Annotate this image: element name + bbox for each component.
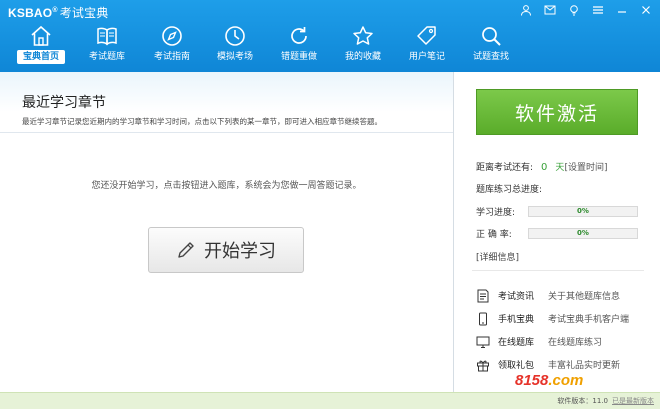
- user-icon[interactable]: [518, 2, 534, 18]
- link-name: 考试资讯: [498, 292, 535, 302]
- link-name: 手机宝典: [498, 315, 535, 325]
- watermark-domain: .com: [548, 372, 584, 389]
- tag-icon: [417, 26, 436, 45]
- side-divider: [472, 270, 644, 271]
- star-icon: [353, 26, 373, 45]
- nav-label: 我的收藏: [344, 52, 381, 62]
- phone-icon: [479, 312, 487, 325]
- status-bar: 软件版本：11.0 已是最新版本: [0, 392, 660, 409]
- exam-days-value: 0: [541, 162, 548, 173]
- link-online-bank[interactable]: 在线题库 在线题库练习: [476, 330, 656, 353]
- study-progress-bar: 0%: [528, 206, 638, 217]
- header-bar: KSBAO® 考试宝典 宝典首页 考试题库 考试指南 模拟考场 错题重做 我的收…: [0, 0, 660, 72]
- study-progress-row: 学习进度: 0%: [476, 205, 646, 219]
- quick-links: 考试资讯 关于其他题库信息 手机宝典 考试宝典手机客户端 在线题库 在线题库练习…: [476, 284, 656, 376]
- recent-study-panel: 最近学习章节 最近学习章节记录您近期内的学习章节和学习时间，点击以下列表的某一章…: [0, 72, 453, 392]
- home-icon: [31, 25, 51, 46]
- gift-icon: [477, 360, 489, 371]
- exam-countdown: 距离考试还有: 0 天[设置时间]: [476, 160, 607, 173]
- search-icon: [482, 27, 501, 46]
- nav-label: 试题查找: [472, 52, 509, 62]
- progress-percent: 0%: [577, 229, 589, 237]
- empty-state-message: 您还没开始学习，点击按钮进入题库，系统会为您做一周答题记录。: [91, 181, 362, 191]
- progress-percent: 0%: [577, 207, 589, 215]
- monitor-icon: [476, 336, 490, 348]
- accuracy-row: 正 确 率: 0%: [476, 227, 646, 241]
- nav-item-mock-exam[interactable]: 模拟考场: [204, 22, 266, 68]
- progress-label: 学习进度:: [476, 208, 516, 218]
- logo-name: 考试宝典: [59, 6, 109, 20]
- compass-icon: [162, 26, 182, 46]
- watermark-number: 8158: [515, 372, 549, 389]
- site-watermark: 8158.com: [515, 372, 583, 389]
- window-controls: [518, 2, 654, 18]
- start-study-button[interactable]: 开始学习: [148, 227, 304, 273]
- nav-label: 错题重做: [280, 52, 317, 62]
- menu-icon[interactable]: [590, 2, 606, 18]
- link-desc: 考试宝典手机客户端: [548, 315, 630, 325]
- update-link[interactable]: 已是最新版本: [612, 397, 654, 405]
- main-nav: 宝典首页 考试题库 考试指南 模拟考场 错题重做 我的收藏 用户笔记 试题查找: [0, 22, 540, 70]
- link-mobile[interactable]: 手机宝典 考试宝典手机客户端: [476, 307, 656, 330]
- bulb-icon[interactable]: [566, 2, 582, 18]
- accuracy-bar: 0%: [528, 228, 638, 239]
- link-desc: 关于其他题库信息: [548, 292, 621, 302]
- logo-registered-mark: ®: [52, 7, 58, 14]
- page-title: 最近学习章节: [22, 95, 106, 111]
- nav-item-home[interactable]: 宝典首页: [10, 22, 72, 68]
- nav-label: 模拟考场: [216, 52, 253, 62]
- refresh-icon: [291, 27, 307, 44]
- link-exam-news[interactable]: 考试资讯 关于其他题库信息: [476, 284, 656, 307]
- overall-progress-label: 题库练习总进度:: [476, 185, 543, 195]
- pencil-icon: [178, 242, 194, 258]
- book-icon: [97, 27, 117, 46]
- minimize-icon[interactable]: [614, 2, 630, 18]
- nav-label: 用户笔记: [408, 52, 445, 62]
- link-name: 在线题库: [498, 338, 535, 348]
- activate-button[interactable]: 软件激活: [476, 89, 638, 135]
- progress-label: 正 确 率:: [476, 230, 512, 240]
- version-number: 11.0: [592, 397, 608, 405]
- side-panel: 软件激活 距离考试还有: 0 天[设置时间] 题库练习总进度: 学习进度: 0% 正…: [454, 72, 660, 392]
- nav-item-guide[interactable]: 考试指南: [141, 22, 203, 68]
- nav-item-favorites[interactable]: 我的收藏: [332, 22, 394, 68]
- nav-label: 考试指南: [153, 52, 190, 62]
- nav-item-question-bank[interactable]: 考试题库: [76, 22, 138, 68]
- set-time-link[interactable]: [设置时间]: [564, 163, 607, 173]
- nav-item-wrong-questions[interactable]: 错题重做: [268, 22, 330, 68]
- nav-label: 考试题库: [88, 52, 125, 62]
- start-study-label: 开始学习: [204, 241, 276, 262]
- nav-item-search[interactable]: 试题查找: [460, 22, 522, 68]
- app-logo: KSBAO® 考试宝典: [8, 4, 109, 21]
- info-icon: [477, 289, 489, 302]
- version-label: 软件版本：: [557, 397, 593, 405]
- detail-info-link[interactable]: [详细信息]: [476, 250, 519, 263]
- clock-icon: [225, 26, 245, 46]
- exam-days-label: 距离考试还有:: [476, 163, 534, 173]
- link-desc: 丰富礼品实时更新: [548, 361, 621, 371]
- nav-label: 宝典首页: [16, 50, 65, 64]
- page-subtitle: 最近学习章节记录您近期内的学习章节和学习时间，点击以下列表的某一章节，即可进入相…: [22, 117, 382, 126]
- link-desc: 在线题库练习: [548, 338, 603, 348]
- nav-item-notes[interactable]: 用户笔记: [396, 22, 458, 68]
- close-icon[interactable]: [638, 2, 654, 18]
- section-divider: [0, 132, 453, 133]
- logo-brand: KSBAO: [8, 6, 53, 20]
- mail-icon[interactable]: [542, 2, 558, 18]
- version-info: 软件版本：11.0 已是最新版本: [557, 396, 654, 406]
- link-name: 领取礼包: [498, 361, 535, 371]
